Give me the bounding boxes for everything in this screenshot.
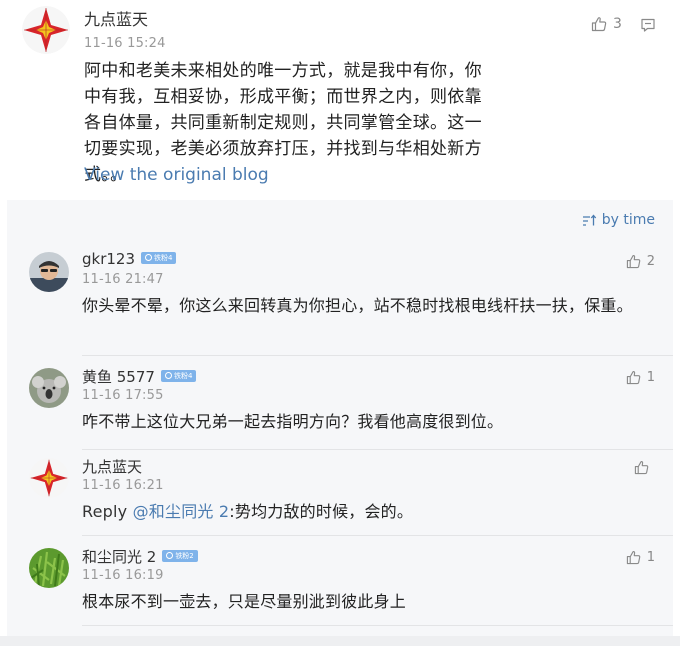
star-logo-icon <box>29 458 69 498</box>
reply-text: :势均力敌的时候，会的。 <box>229 502 414 521</box>
sort-button[interactable]: by time <box>582 212 655 228</box>
post-timestamp: 11-16 15:24 <box>84 36 166 51</box>
comments-panel: by time gkr123 铁粉4 11-16 21:47 2 你头晕不晕，你这… <box>7 200 673 636</box>
star-logo-icon <box>22 6 70 54</box>
username-text: 黄鱼 5577 <box>82 368 155 386</box>
post-username[interactable]: 九点蓝天 <box>84 6 148 30</box>
comment-username[interactable]: 九点蓝天 <box>82 456 142 477</box>
koala-photo-icon <box>29 368 69 408</box>
avatar[interactable] <box>29 252 69 292</box>
sort-label: by time <box>601 212 655 228</box>
comment-item: 九点蓝天 11-16 16:21 Reply @和尘同光 2:势均力敌的时候，会… <box>7 450 673 536</box>
thumbs-up-icon <box>626 370 641 385</box>
username-text: gkr123 <box>82 250 136 268</box>
comment-item: 和尘同光 2 铁粉2 11-16 16:19 1 根本尿不到一壶去，只是尽量别泚到… <box>7 536 673 626</box>
like-count: 3 <box>613 16 622 32</box>
divider <box>82 625 673 626</box>
user-photo-icon <box>29 252 69 292</box>
like-button[interactable]: 3 <box>591 16 622 32</box>
comment-text: 咋不带上这位大兄弟一起去指明方向？我看他高度很到位。 <box>82 412 504 431</box>
avatar[interactable] <box>29 548 69 588</box>
comment-username[interactable]: 黄鱼 5577 铁粉4 <box>82 366 197 387</box>
mention-link[interactable]: @和尘同光 2 <box>133 502 230 521</box>
thumbs-up-icon <box>591 16 607 32</box>
thumbs-up-icon <box>626 550 641 565</box>
fan-badge: 铁粉4 <box>160 369 197 382</box>
avatar[interactable] <box>29 458 69 498</box>
comment-item: 黄鱼 5577 铁粉4 11-16 17:55 1 咋不带上这位大兄弟一起去指明方… <box>7 356 673 450</box>
comment-text: 你头晕不晕，你这么来回转真为你担心，站不稳时找根电线杆扶一扶，保重。 <box>82 296 633 315</box>
comment-username[interactable]: 和尘同光 2 铁粉2 <box>82 546 198 567</box>
like-button[interactable]: 2 <box>626 254 655 269</box>
reply-label: Reply <box>82 502 128 521</box>
comment-timestamp: 11-16 21:47 <box>82 272 164 287</box>
thumbs-up-icon <box>626 254 641 269</box>
fan-badge: 铁粉2 <box>162 549 198 562</box>
main-post: 九点蓝天 11-16 15:24 3 阿中和老美未来相处的唯一方式，就是我中有你… <box>0 0 680 200</box>
sort-icon <box>582 214 596 226</box>
fan-badge: 铁粉4 <box>141 251 177 264</box>
thumbs-up-icon <box>634 460 649 475</box>
avatar[interactable] <box>22 6 70 54</box>
comment-username[interactable]: gkr123 铁粉4 <box>82 250 177 268</box>
like-count: 1 <box>646 550 655 565</box>
avatar[interactable] <box>29 368 69 408</box>
like-button[interactable]: 1 <box>626 370 655 385</box>
like-count: 1 <box>646 370 655 385</box>
bottom-strip <box>0 636 680 646</box>
comment-timestamp: 11-16 16:21 <box>82 478 164 493</box>
comment-text: Reply @和尘同光 2:势均力敌的时候，会的。 <box>82 498 662 526</box>
like-button[interactable] <box>634 460 655 475</box>
comment-item: gkr123 铁粉4 11-16 21:47 2 你头晕不晕，你这么来回转真为你担… <box>7 244 673 356</box>
comment-timestamp: 11-16 17:55 <box>82 388 164 403</box>
view-original-link[interactable]: View the original blog <box>84 165 269 185</box>
comment-timestamp: 11-16 16:19 <box>82 568 164 583</box>
like-button[interactable]: 1 <box>626 550 655 565</box>
like-count: 2 <box>646 254 655 269</box>
comment-text: 根本尿不到一壶去，只是尽量别泚到彼此身上 <box>82 592 407 611</box>
grass-photo-icon <box>29 548 69 588</box>
username-text: 和尘同光 2 <box>82 548 157 566</box>
comment-icon[interactable] <box>640 17 656 33</box>
